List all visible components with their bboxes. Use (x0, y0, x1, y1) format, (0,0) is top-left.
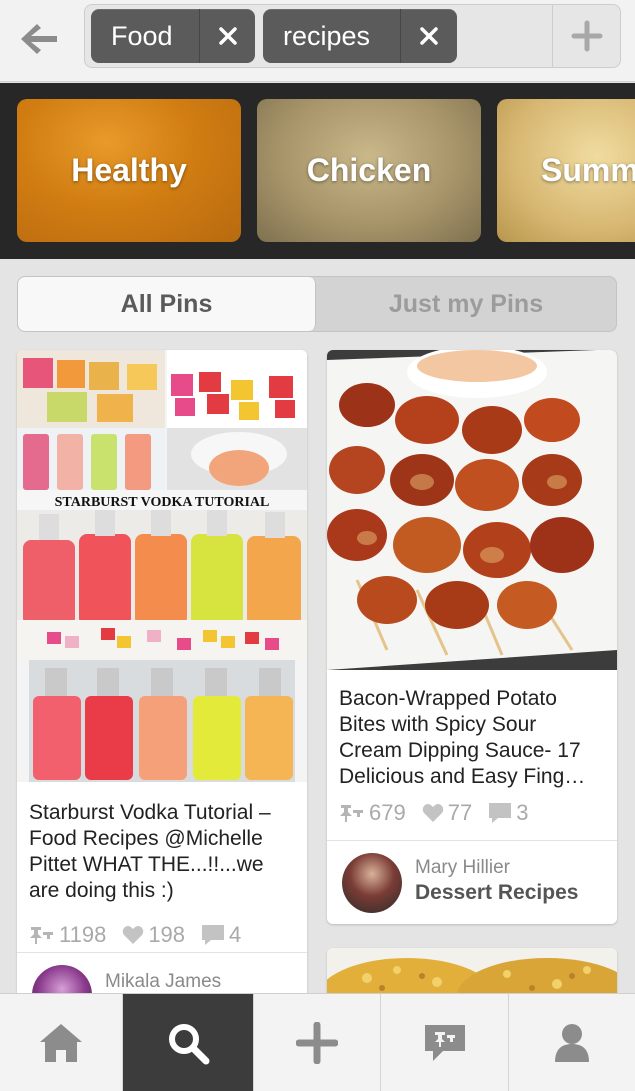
pin-description: Starburst Vodka Tutorial – Food Recipes … (29, 801, 271, 902)
repin-count: 679 (339, 800, 406, 826)
pin-photo: STARBURST VODKA TUTORIAL (17, 350, 307, 782)
category-tile-healthy[interactable]: Healthy (17, 99, 241, 242)
tab-add-pin[interactable] (254, 994, 381, 1091)
remove-token-button[interactable] (400, 9, 457, 63)
pin-card[interactable]: STARBURST VODKA TUTORIAL Starburst Vodka… (17, 350, 307, 1010)
comment-icon (489, 803, 512, 823)
category-carousel[interactable]: Healthy Chicken Summ (0, 83, 635, 259)
tab-all-pins[interactable]: All Pins (18, 277, 316, 331)
plus-icon (571, 20, 602, 52)
token-label: Food (111, 21, 173, 51)
category-label: Chicken (306, 152, 432, 188)
pin-image[interactable]: STARBURST VODKA TUTORIAL (17, 350, 307, 782)
close-icon (218, 27, 237, 45)
pin-description: Bacon-Wrapped Potato Bites with Spicy So… (339, 687, 586, 788)
pinner-name[interactable]: Mary Hillier (415, 857, 510, 879)
heart-icon (422, 804, 443, 822)
pinner-info[interactable]: Mary Hillier Dessert Recipes (327, 840, 617, 924)
tab-profile[interactable] (509, 994, 635, 1091)
avatar[interactable] (342, 853, 402, 913)
home-icon (40, 1024, 82, 1062)
comment-count-value: 3 (516, 800, 529, 825)
like-count-value: 77 (447, 800, 473, 825)
search-token-field[interactable]: Food recipes (84, 4, 621, 68)
category-label: Healthy (71, 152, 187, 188)
pin-photo (327, 350, 617, 670)
like-count: 77 (422, 800, 472, 826)
add-search-term-button[interactable] (552, 5, 620, 67)
repin-icon (30, 927, 53, 944)
pin-card[interactable]: Bacon-Wrapped Potato Bites with Spicy So… (327, 350, 617, 924)
tab-just-my-pins[interactable]: Just my Pins (316, 277, 616, 331)
pin-image[interactable] (327, 350, 617, 670)
like-count: 198 (122, 922, 185, 948)
news-pin-icon (424, 1025, 465, 1061)
bottom-tab-bar (0, 993, 635, 1091)
pinner-name[interactable]: Mikala James (105, 971, 221, 993)
comment-count: 4 (201, 922, 241, 948)
tab-news[interactable] (381, 994, 509, 1091)
pin-filter-control: All Pins Just my Pins (17, 276, 617, 332)
search-token-food[interactable]: Food (91, 9, 255, 63)
remove-token-button[interactable] (199, 9, 255, 63)
repin-icon (340, 805, 363, 822)
user-icon (555, 1024, 589, 1062)
repin-count: 1198 (29, 922, 106, 948)
tab-home[interactable] (0, 994, 123, 1091)
tab-search[interactable] (123, 994, 254, 1091)
token-label: recipes (283, 21, 371, 51)
search-icon (169, 1024, 210, 1065)
pin-stats: 679 77 3 (327, 800, 617, 826)
pin-stats: 1198 198 4 (17, 922, 307, 948)
category-label: Summ (541, 152, 635, 188)
repin-count-value: 679 (369, 800, 406, 825)
comment-count-value: 4 (229, 922, 242, 947)
pinner-board[interactable]: Dessert Recipes (415, 881, 578, 905)
search-header: Food recipes (0, 0, 635, 82)
comment-count: 3 (488, 800, 528, 826)
back-button[interactable] (14, 16, 64, 62)
like-count-value: 198 (148, 922, 186, 947)
category-tile-summer[interactable]: Summ (497, 99, 635, 242)
search-token-recipes[interactable]: recipes (263, 9, 457, 63)
arrow-left-icon (21, 24, 57, 54)
plus-icon (296, 1022, 338, 1064)
category-tile-chicken[interactable]: Chicken (257, 99, 481, 242)
close-icon (420, 27, 438, 45)
heart-icon (123, 926, 144, 944)
pin-image-caption: STARBURST VODKA TUTORIAL (55, 495, 270, 510)
repin-count-value: 1198 (59, 922, 107, 947)
comment-icon (202, 925, 225, 945)
